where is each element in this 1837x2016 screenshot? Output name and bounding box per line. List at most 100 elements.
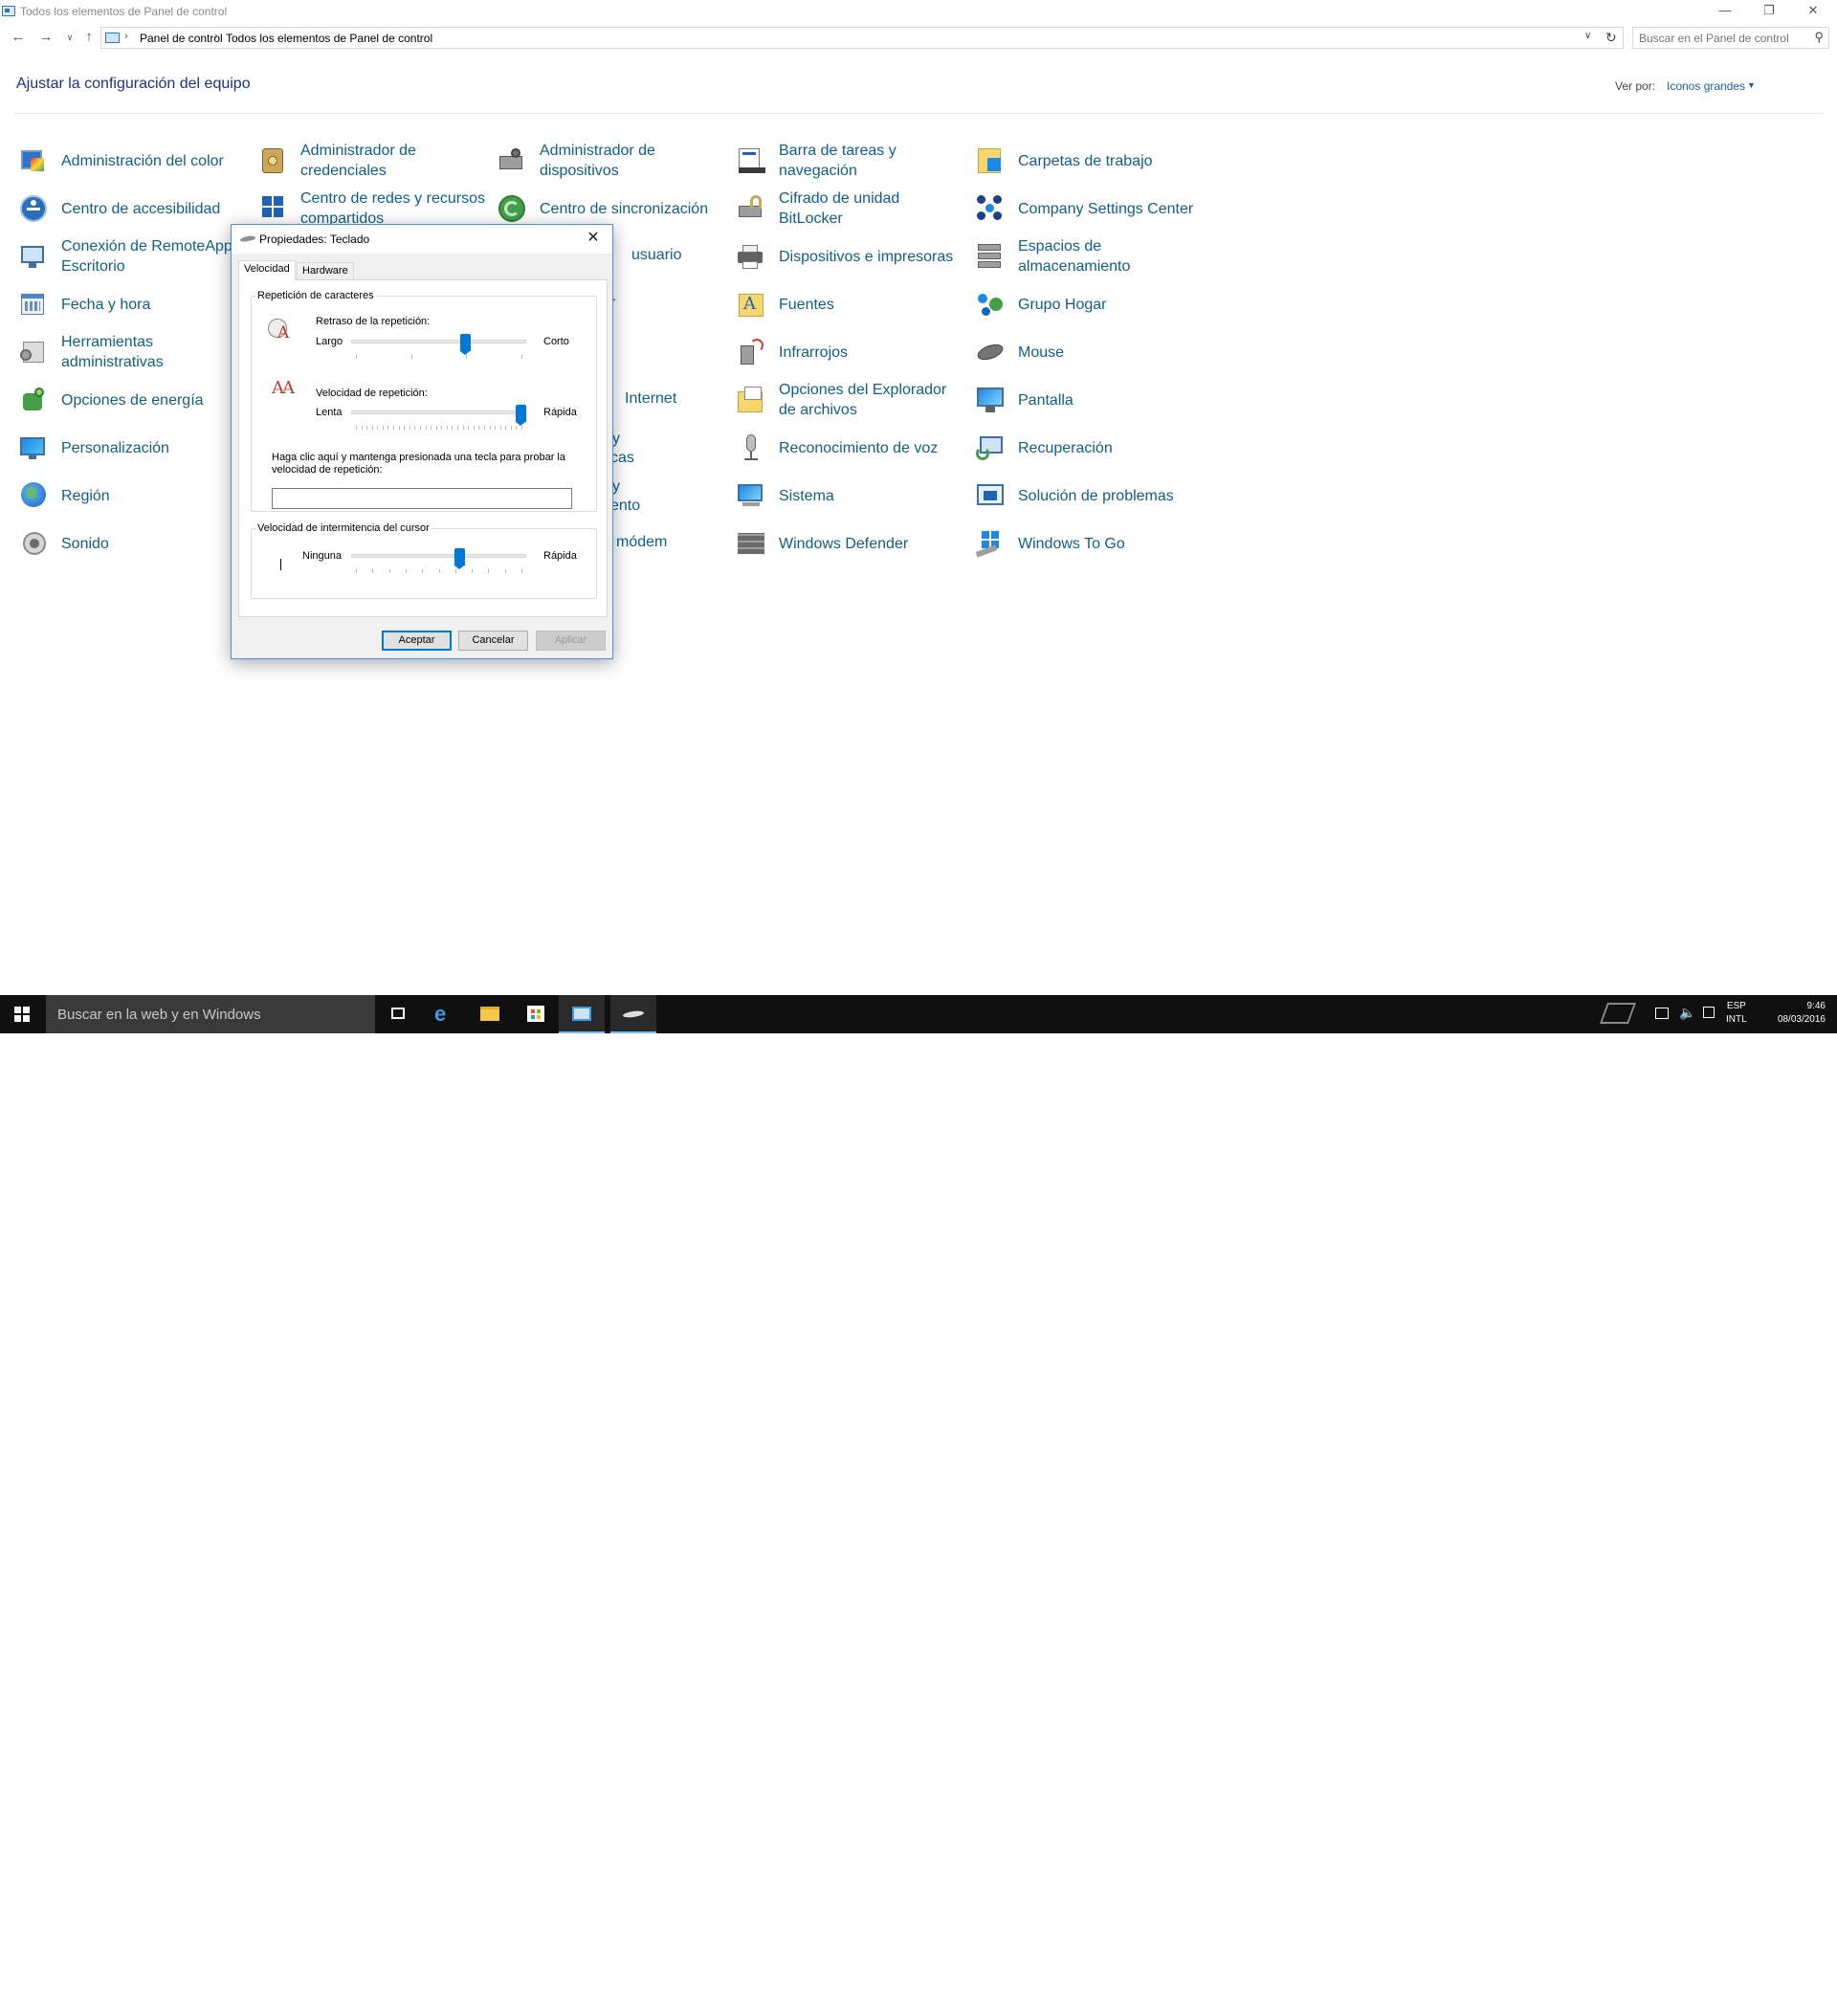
view-by-dropdown[interactable]: Iconos grandes	[1667, 79, 1745, 93]
minimize-button[interactable]: —	[1703, 0, 1747, 23]
item-label: Centro de redes y recursos compartidos	[300, 190, 485, 227]
item-infrared[interactable]: Infrarrojos	[735, 330, 964, 374]
item-user-accounts-partial[interactable]: usuario	[631, 247, 681, 264]
address-bar[interactable]: › Panel de control › Todos los elementos…	[100, 27, 1624, 49]
start-button[interactable]	[0, 995, 46, 1033]
item-partial-y2[interactable]: y	[612, 478, 620, 496]
slider-tick	[366, 426, 367, 430]
view-by-caret-icon[interactable]: ▼	[1747, 80, 1756, 90]
item-partial-ento[interactable]: ento	[610, 498, 640, 515]
slider-tick	[521, 569, 522, 573]
item-display[interactable]: Pantalla	[974, 378, 1204, 422]
search-box[interactable]: ⚲	[1632, 27, 1829, 49]
forward-arrow-icon[interactable]: →	[35, 27, 56, 48]
slider-tick	[488, 569, 489, 573]
item-internet-options-partial[interactable]: Internet	[625, 390, 676, 408]
item-windows-defender[interactable]: Windows Defender	[735, 521, 964, 565]
slider-tick	[362, 426, 363, 430]
edge-icon[interactable]: e	[421, 995, 467, 1033]
task-view-icon[interactable]	[375, 995, 421, 1033]
recovery-icon	[974, 432, 1007, 464]
item-storage-spaces[interactable]: Espacios de almacenamiento	[974, 234, 1204, 278]
up-arrow-icon[interactable]: ↑	[78, 27, 100, 48]
address-dropdown-chevron-icon[interactable]: ∨	[1584, 31, 1591, 41]
item-fonts[interactable]: A Fuentes	[735, 282, 964, 326]
item-power-options[interactable]: Opciones de energía	[17, 378, 247, 422]
dialog-close-button[interactable]: ✕	[580, 228, 607, 249]
tab-speed[interactable]: Velocidad	[238, 260, 296, 280]
file-explorer-icon[interactable]	[467, 995, 513, 1033]
view-by-label: Ver por:	[1615, 79, 1656, 93]
input-language-indicator[interactable]: ESP INTL	[1726, 1000, 1747, 1027]
apply-button[interactable]: Aplicar	[536, 631, 606, 651]
store-icon[interactable]	[513, 995, 559, 1033]
tab-hardware[interactable]: Hardware	[297, 262, 354, 280]
item-credential-manager[interactable]: Administrador de credenciales	[256, 139, 486, 183]
item-company-settings[interactable]: Company Settings Center	[974, 187, 1204, 231]
item-region[interactable]: Región	[17, 474, 247, 518]
cursor-blink-slider[interactable]	[351, 548, 526, 575]
item-device-manager[interactable]: Administrador de dispositivos	[496, 139, 725, 183]
item-work-folders[interactable]: Carpetas de trabajo	[974, 139, 1204, 183]
close-button[interactable]: ✕	[1791, 0, 1835, 23]
search-icon[interactable]: ⚲	[1814, 30, 1824, 45]
cancel-button[interactable]: Cancelar	[458, 631, 528, 651]
keyboard-taskbar-icon[interactable]	[610, 995, 656, 1033]
item-recovery[interactable]: Recuperación	[974, 426, 1204, 470]
repeat-delay-slider[interactable]	[351, 334, 526, 361]
cursor-blink-legend: Velocidad de intermitencia del cursor	[257, 522, 430, 534]
repeat-delay-thumb[interactable]	[460, 334, 471, 355]
item-partial-cas[interactable]: cas	[610, 450, 634, 467]
printer-icon	[735, 240, 767, 273]
action-center-icon[interactable]	[1703, 1007, 1715, 1018]
search-input[interactable]	[1639, 31, 1802, 45]
item-partial-y[interactable]: y	[612, 431, 620, 448]
character-repeat-legend: Repetición de caracteres	[257, 290, 374, 301]
slider-tick	[474, 426, 475, 430]
item-label: Personalización	[61, 439, 169, 456]
slider-tick	[411, 355, 412, 359]
item-accessibility[interactable]: Centro de accesibilidad	[17, 187, 247, 231]
item-taskbar[interactable]: Barra de tareas y navegación	[735, 139, 964, 183]
item-label: Cifrado de unidad BitLocker	[779, 190, 900, 227]
taskbar-search-box[interactable]: Buscar en la web y en Windows	[46, 995, 375, 1033]
cursor-blink-thumb[interactable]	[454, 548, 465, 569]
repeat-rate-slider[interactable]	[351, 405, 526, 432]
control-panel-taskbar-icon[interactable]	[559, 995, 605, 1033]
cursor-blink-max-label: Rápida	[543, 550, 577, 562]
slider-tick	[409, 426, 410, 430]
work-folders-icon	[974, 144, 1007, 177]
back-arrow-icon[interactable]: ←	[8, 27, 29, 48]
breadcrumb-control-panel[interactable]: Panel de control	[140, 32, 223, 45]
item-color-management[interactable]: Administración del color	[17, 139, 247, 183]
item-bitlocker[interactable]: Cifrado de unidad BitLocker	[735, 187, 964, 231]
item-troubleshooting[interactable]: Solución de problemas	[974, 474, 1204, 518]
refresh-icon[interactable]: ↻	[1605, 30, 1617, 46]
network-icon[interactable]	[1655, 1008, 1669, 1019]
ok-button[interactable]: Aceptar	[382, 631, 452, 651]
clock[interactable]: 9:46 08/03/2016	[1759, 1000, 1826, 1027]
restore-button[interactable]: ❐	[1747, 0, 1791, 23]
item-system[interactable]: Sistema	[735, 474, 964, 518]
item-devices-printers[interactable]: Dispositivos e impresoras	[735, 234, 964, 278]
item-explorer-options[interactable]: Opciones del Explorador de archivos	[735, 378, 964, 422]
repeat-rate-thumb[interactable]	[516, 405, 526, 426]
speed-tab-panel: Repetición de caracteres A Retraso de la…	[238, 279, 608, 617]
recent-locations-chevron-icon[interactable]: ∨	[59, 27, 80, 48]
item-homegroup[interactable]: Grupo Hogar	[974, 282, 1204, 326]
slider-tick	[372, 426, 373, 430]
volume-icon[interactable]: 🔈	[1679, 1005, 1695, 1021]
item-windows-to-go[interactable]: Windows To Go	[974, 521, 1204, 565]
item-admin-tools[interactable]: Herramientas administrativas	[17, 330, 247, 374]
breadcrumb-separator-icon[interactable]: ›	[124, 31, 128, 42]
item-speech-recognition[interactable]: Reconocimiento de voz	[735, 426, 964, 470]
item-personalization[interactable]: Personalización	[17, 426, 247, 470]
item-date-time[interactable]: Fecha y hora	[17, 282, 247, 326]
breadcrumb-all-items[interactable]: Todos los elementos de Panel de control	[226, 32, 432, 45]
repeat-test-field[interactable]	[272, 488, 572, 509]
item-mouse[interactable]: Mouse	[974, 330, 1204, 374]
item-sound[interactable]: Sonido	[17, 521, 247, 565]
item-phone-modem-partial[interactable]: módem	[616, 534, 667, 551]
item-remoteapp[interactable]: Conexión de RemoteApp y Escritorio	[17, 234, 247, 278]
breadcrumb-separator-icon[interactable]: ›	[214, 31, 218, 42]
